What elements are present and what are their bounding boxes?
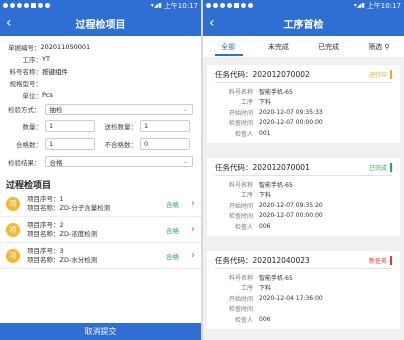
item-name: 项目名称：ZD-分子含量检测 <box>27 203 111 212</box>
tab-bar: 全部 未完成 已完成 筛选 ⚲ <box>203 36 404 57</box>
order-row: 单据编号： 202011050001 <box>0 41 201 53</box>
item-icon: 项 <box>6 222 20 237</box>
back-icon[interactable]: ‹ <box>6 15 12 31</box>
result-value: 合格 <box>49 158 63 167</box>
qty-input[interactable]: 1 <box>45 120 95 132</box>
fail-input[interactable]: 0 <box>140 138 190 150</box>
spec-label: 规格型号： <box>9 80 43 88</box>
signal-icon: ▾◢▮ <box>353 2 365 9</box>
tab-filter[interactable]: 筛选 ⚲ <box>354 42 404 52</box>
task-code-label: 任务代码： <box>215 163 253 172</box>
status-time: 上午10:17 <box>366 1 401 10</box>
method-label: 检验方式： <box>8 106 41 114</box>
back-icon[interactable]: ‹ <box>209 15 215 31</box>
chevron-right-icon: › <box>191 224 195 235</box>
tab-all[interactable]: 全部 <box>203 42 253 52</box>
qty-label: 数量： <box>22 123 43 131</box>
status-badge: 新任务 <box>369 256 392 265</box>
task-card[interactable]: 任务代码：202012070002 进行中 料号名称 智能手机-65 工序 下料 开… <box>207 65 400 143</box>
item-status: 合格 <box>166 200 179 209</box>
task-code: 202012040023 <box>252 256 310 265</box>
list-item[interactable]: 项 项目序号：1 项目名称：ZD-分子含量检测 合格 › <box>0 191 201 217</box>
header: ‹ 工序首检 <box>203 11 404 36</box>
task-code-label: 任务代码： <box>215 70 253 79</box>
send-input[interactable]: 1 <box>140 120 190 132</box>
order-label: 单据编号： <box>8 44 41 52</box>
result-select[interactable]: 合格 ⌄ <box>44 156 193 167</box>
status-badge: 进行中 <box>369 70 392 79</box>
result-label: 检验结果： <box>8 158 41 167</box>
item-name: 项目名称：ZD-浓度检测 <box>27 229 98 238</box>
order-value: 202011050001 <box>40 43 91 51</box>
step-row: 工序： YT <box>0 53 201 65</box>
task-code: 202012070001 <box>252 163 310 172</box>
step-label: 工序： <box>22 56 43 64</box>
task-card[interactable]: 任务代码：202012040023 新任务 料号名称 智能手机-65 工序 下料 开… <box>207 251 400 329</box>
qty-row: 数量： 1 送检数量： 1 <box>0 117 201 135</box>
item-icon: 项 <box>6 196 20 211</box>
chevron-right-icon: › <box>191 198 195 209</box>
method-value: 抽检 <box>49 106 63 114</box>
step-value: YT <box>42 55 50 63</box>
unit-label: 单位： <box>22 92 43 100</box>
list-item[interactable]: 项 项目序号：3 项目名称：ZD-水分检测 合格 › <box>0 243 201 269</box>
signal-icon: ▾◢▮ <box>150 2 162 9</box>
unit-value: Pcs <box>42 91 53 99</box>
active-tab-indicator <box>215 54 243 56</box>
section-title: 过程检项目 <box>6 181 52 191</box>
page-title: 过程检项目 <box>75 20 126 31</box>
item-seq: 项目序号：3 <box>27 246 64 255</box>
task-card[interactable]: 任务代码：202012070001 已完成 料号名称 智能手机-65 工序 下料 开… <box>207 158 400 236</box>
method-select[interactable]: 抽检 ⌄ <box>44 103 193 115</box>
pass-input[interactable]: 1 <box>45 138 95 150</box>
item-status: 合格 <box>166 226 179 235</box>
item-seq: 项目序号：1 <box>27 194 64 203</box>
status-bar: ▾◢▮ 上午10:17 <box>0 0 201 11</box>
send-label: 送检数量： <box>104 123 138 131</box>
fail-label: 不合格数： <box>104 141 138 149</box>
right-screen: ▾◢▮ 上午10:17 ‹ 工序首检 全部 未完成 已完成 筛选 ⚲ 任务代码：… <box>203 0 404 340</box>
result-row: 检验结果： 合格 ⌄ <box>0 153 201 170</box>
tab-complete[interactable]: 已完成 <box>304 42 354 52</box>
status-badge: 已完成 <box>369 163 392 172</box>
status-bar: ▾◢▮ 上午10:17 <box>203 0 404 11</box>
pass-row: 合格数： 1 不合格数： 0 <box>0 135 201 153</box>
list-item[interactable]: 项 项目序号：2 项目名称：ZD-浓度检测 合格 › <box>0 217 201 243</box>
item-icon: 项 <box>6 248 20 263</box>
unit-row: 单位： Pcs <box>0 89 201 101</box>
chevron-down-icon: ⌄ <box>182 158 188 165</box>
filter-icon: ⚲ <box>384 42 390 51</box>
header: ‹ 过程检项目 <box>0 11 201 36</box>
page-title: 工序首检 <box>283 20 324 31</box>
tab-incomplete[interactable]: 未完成 <box>253 42 303 52</box>
item-status: 合格 <box>166 252 179 261</box>
task-code-label: 任务代码： <box>215 256 253 265</box>
item-seq: 项目序号：2 <box>27 220 64 229</box>
item-name: 项目名称：ZD-水分检测 <box>27 255 98 264</box>
pass-label: 合格数： <box>16 141 42 149</box>
spec-row: 规格型号： <box>0 77 201 89</box>
chevron-down-icon: ⌄ <box>182 105 188 113</box>
method-row: 检验方式： 抽检 ⌄ <box>0 101 201 117</box>
status-time: 上午10:17 <box>163 1 198 10</box>
task-code: 202012070002 <box>252 70 310 79</box>
material-row: 料号名称： 按键组件 <box>0 65 201 77</box>
left-screen: ▾◢▮ 上午10:17 ‹ 过程检项目 单据编号： 202011050001 工… <box>0 0 201 340</box>
cancel-submit-button[interactable]: 取消提交 <box>0 323 201 340</box>
material-label: 料号名称： <box>9 68 43 76</box>
material-value: 按键组件 <box>42 68 68 76</box>
chevron-right-icon: › <box>191 250 195 261</box>
